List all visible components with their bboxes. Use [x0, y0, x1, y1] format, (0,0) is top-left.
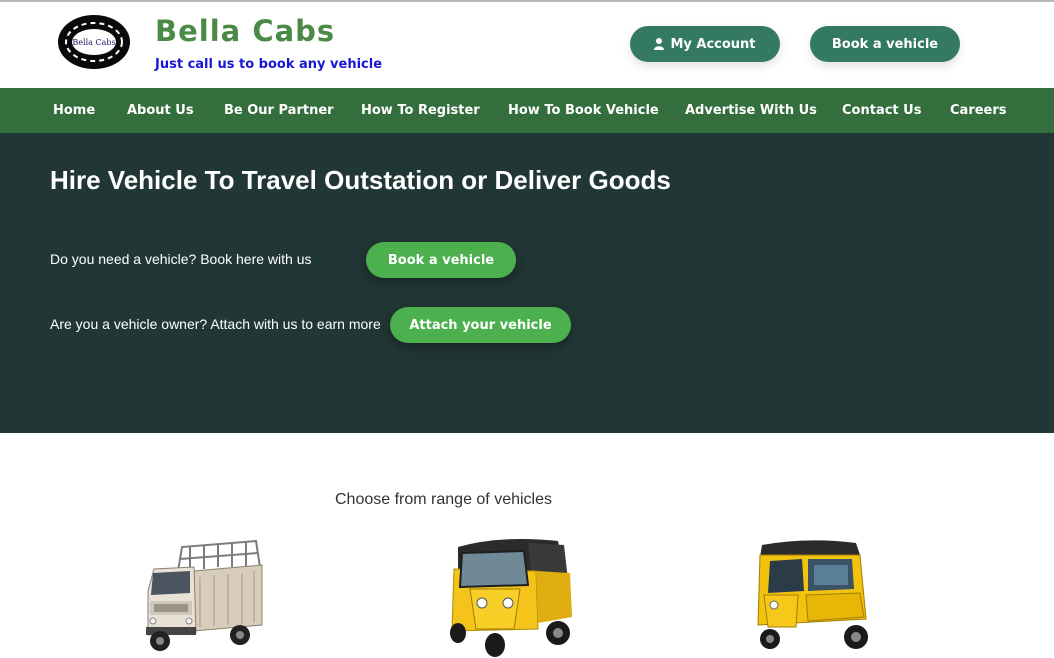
main-nav: Home About Us Be Our Partner How To Regi…: [0, 88, 1054, 133]
nav-item-how-to-book-vehicle[interactable]: How To Book Vehicle: [508, 88, 659, 133]
attach-vehicle-button[interactable]: Attach your vehicle: [390, 307, 571, 343]
tagline: Just call us to book any vehicle: [155, 57, 383, 72]
vehicle-auto-rickshaw-cargo[interactable]: [440, 533, 576, 658]
brand-name: Bella Cabs: [155, 14, 336, 48]
logo[interactable]: Bella Cabs: [56, 14, 132, 70]
book-vehicle-hero-label: Book a vehicle: [387, 252, 495, 268]
book-vehicle-header-button[interactable]: Book a vehicle: [810, 26, 960, 62]
site-header: Bella Cabs Bella Cabs Just call us to bo…: [0, 2, 1054, 88]
owner-prompt-text: Are you a vehicle owner? Attach with us …: [50, 316, 381, 332]
logo-text: Bella Cabs: [72, 38, 115, 47]
nav-item-careers[interactable]: Careers: [950, 88, 1007, 133]
user-icon: [654, 38, 665, 50]
nav-item-contact-us[interactable]: Contact Us: [842, 88, 921, 133]
nav-item-home[interactable]: Home: [53, 88, 95, 133]
book-vehicle-header-label: Book a vehicle: [831, 36, 939, 52]
hero-section: Hire Vehicle To Travel Outstation or Del…: [0, 133, 1054, 433]
vehicles-section-title: Choose from range of vehicles: [335, 491, 552, 508]
attach-vehicle-label: Attach your vehicle: [409, 317, 552, 333]
auto-rickshaw-cargo-icon: [450, 539, 572, 657]
nav-item-be-our-partner[interactable]: Be Our Partner: [224, 88, 334, 133]
nav-item-about-us[interactable]: About Us: [127, 88, 194, 133]
nav-item-advertise-with-us[interactable]: Advertise With Us: [685, 88, 817, 133]
nav-item-how-to-register[interactable]: How To Register: [361, 88, 480, 133]
mini-truck-icon: [146, 539, 263, 651]
vehicle-mini-truck[interactable]: [134, 533, 270, 658]
my-account-button[interactable]: My Account: [630, 26, 780, 62]
vehicle-auto-rickshaw-passenger[interactable]: [748, 535, 880, 658]
auto-rickshaw-passenger-icon: [757, 540, 868, 649]
book-vehicle-hero-button[interactable]: Book a vehicle: [366, 242, 516, 278]
my-account-label: My Account: [670, 36, 756, 52]
book-prompt-text: Do you need a vehicle? Book here with us: [50, 251, 312, 267]
logo-icon: Bella Cabs: [58, 15, 130, 69]
hero-title: Hire Vehicle To Travel Outstation or Del…: [50, 165, 671, 195]
